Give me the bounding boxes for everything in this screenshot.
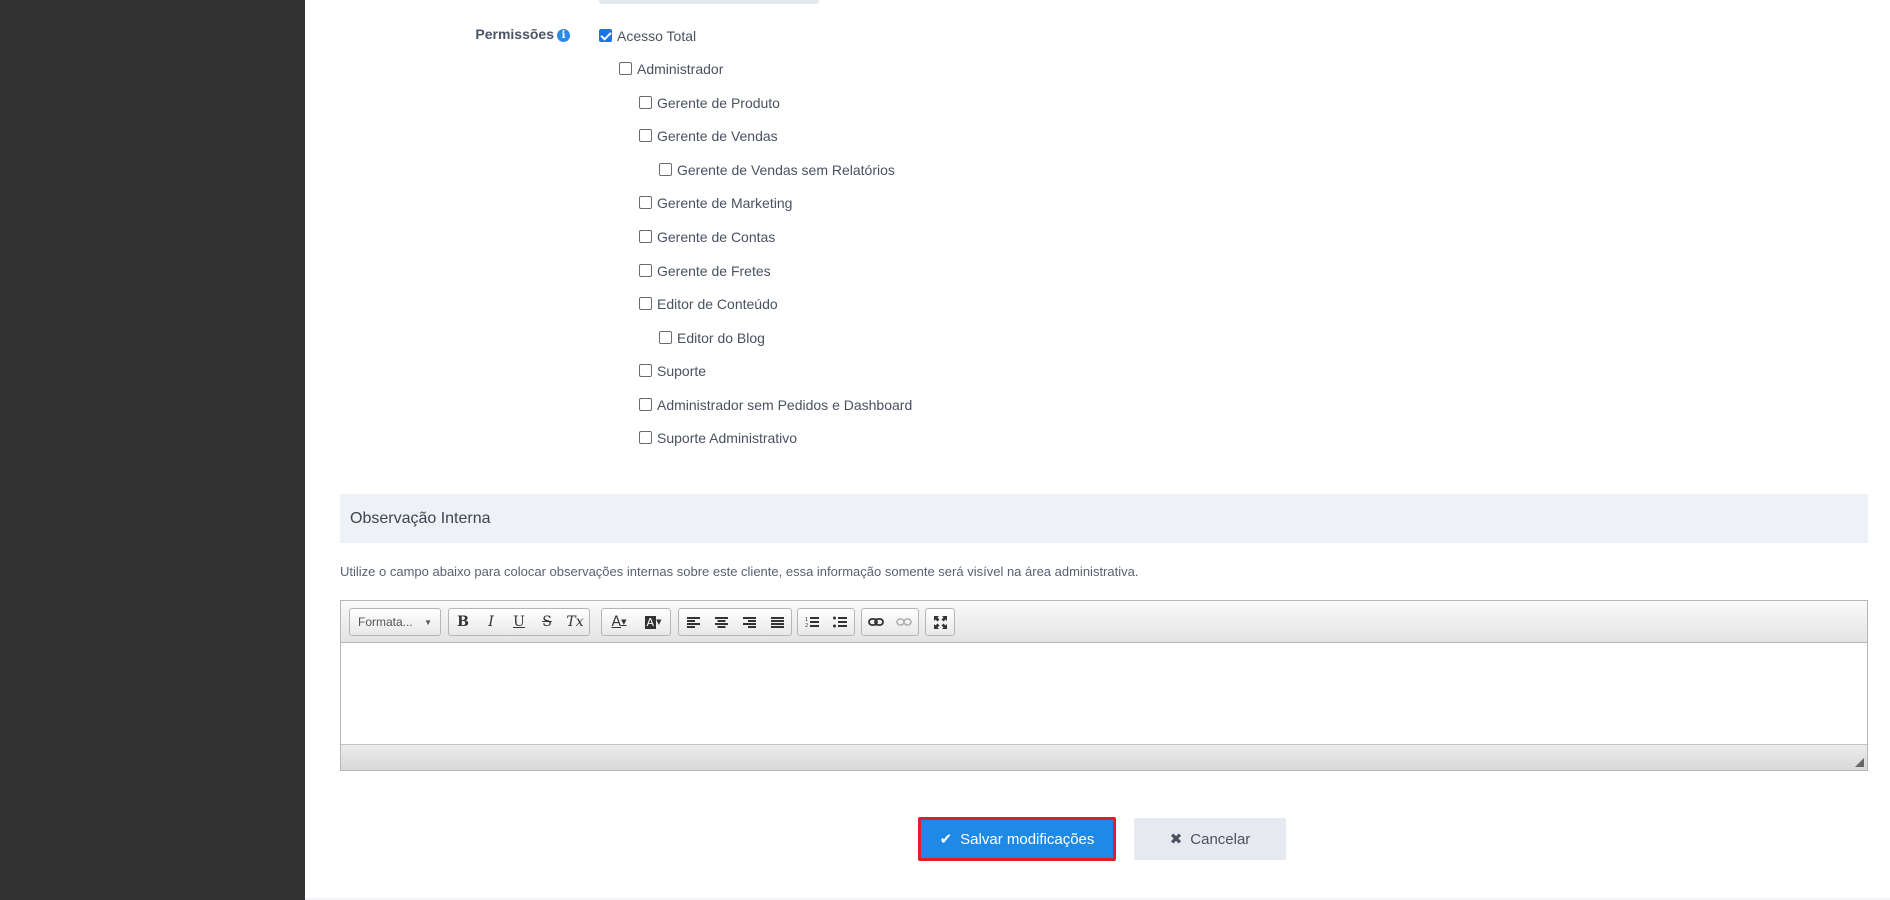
checkbox[interactable] xyxy=(639,230,652,243)
perm-editor-conteudo[interactable]: Editor de Conteúdo xyxy=(639,296,778,312)
link-icon[interactable] xyxy=(862,609,890,635)
align-left-icon[interactable] xyxy=(679,609,707,635)
close-icon: ✖ xyxy=(1169,830,1183,848)
internal-note-header: Observação Interna xyxy=(340,494,1868,543)
unlink-icon[interactable] xyxy=(890,609,918,635)
checkbox[interactable] xyxy=(639,398,652,411)
align-right-icon[interactable] xyxy=(735,609,763,635)
remove-format-button[interactable]: Tx xyxy=(561,609,589,635)
rich-text-editor: Formata... ▼ B I U S Tx A ▼ A ▼ 1 2 xyxy=(340,600,1868,771)
color-group: A ▼ A ▼ xyxy=(601,608,671,636)
chevron-down-icon: ▼ xyxy=(656,618,662,626)
strike-button[interactable]: S xyxy=(533,609,561,635)
save-button[interactable]: ✔ Salvar modificações xyxy=(918,817,1116,861)
perm-gerente-vendas-sem-relatorios[interactable]: Gerente de Vendas sem Relatórios xyxy=(659,162,895,178)
perm-suporte-administrativo[interactable]: Suporte Administrativo xyxy=(639,430,797,446)
checkbox[interactable] xyxy=(639,96,652,109)
check-icon: ✔ xyxy=(939,830,953,848)
perm-gerente-marketing[interactable]: Gerente de Marketing xyxy=(639,195,792,211)
internal-note-hint: Utilize o campo abaixo para colocar obse… xyxy=(340,564,1139,579)
permissions-label: Permissões i xyxy=(305,26,570,42)
checkbox[interactable] xyxy=(619,62,632,75)
bullet-list-icon[interactable] xyxy=(826,609,854,635)
perm-acesso-total[interactable]: Acesso Total xyxy=(599,28,696,44)
perm-gerente-vendas[interactable]: Gerente de Vendas xyxy=(639,128,778,144)
checkbox[interactable] xyxy=(659,163,672,176)
perm-gerente-contas[interactable]: Gerente de Contas xyxy=(639,229,775,245)
checkbox[interactable] xyxy=(639,297,652,310)
perm-suporte[interactable]: Suporte xyxy=(639,363,706,379)
italic-button[interactable]: I xyxy=(477,609,505,635)
chevron-down-icon: ▼ xyxy=(621,618,627,626)
perm-admin-sem-pedidos[interactable]: Administrador sem Pedidos e Dashboard xyxy=(639,397,912,413)
checkbox[interactable] xyxy=(639,196,652,209)
resize-handle-icon[interactable] xyxy=(1855,758,1864,767)
svg-text:2: 2 xyxy=(805,623,808,628)
perm-gerente-produto[interactable]: Gerente de Produto xyxy=(639,95,780,111)
link-group xyxy=(861,608,919,636)
align-justify-icon[interactable] xyxy=(763,609,791,635)
perm-editor-blog[interactable]: Editor do Blog xyxy=(659,330,765,346)
editor-text-area[interactable] xyxy=(341,643,1867,744)
checkbox[interactable] xyxy=(639,364,652,377)
sidebar xyxy=(0,0,305,900)
checkbox[interactable] xyxy=(639,264,652,277)
checkbox[interactable] xyxy=(639,431,652,444)
basic-style-group: B I U S Tx xyxy=(448,608,590,636)
align-group xyxy=(678,608,792,636)
editor-status-bar xyxy=(341,744,1867,770)
list-group: 12 xyxy=(797,608,855,636)
chevron-down-icon: ▼ xyxy=(424,617,432,627)
bg-color-button[interactable]: A ▼ xyxy=(636,609,670,635)
underline-button[interactable]: U xyxy=(505,609,533,635)
numbered-list-icon[interactable]: 12 xyxy=(798,609,826,635)
perm-administrador[interactable]: Administrador xyxy=(619,61,723,77)
checkbox[interactable] xyxy=(599,29,612,42)
info-icon[interactable]: i xyxy=(557,29,570,42)
maximize-icon[interactable] xyxy=(926,609,954,635)
bold-button[interactable]: B xyxy=(449,609,477,635)
editor-toolbar: Formata... ▼ B I U S Tx A ▼ A ▼ 1 2 xyxy=(341,601,1867,643)
maximize-group xyxy=(925,608,955,636)
checkbox[interactable] xyxy=(639,129,652,142)
format-dropdown[interactable]: Formata... ▼ xyxy=(349,608,441,636)
align-center-icon[interactable] xyxy=(707,609,735,635)
perm-gerente-fretes[interactable]: Gerente de Fretes xyxy=(639,263,771,279)
text-color-button[interactable]: A ▼ xyxy=(602,609,636,635)
previous-field-bottom[interactable] xyxy=(599,0,819,4)
checkbox[interactable] xyxy=(659,331,672,344)
section-title: Observação Interna xyxy=(350,510,491,527)
main-content: Permissões i Acesso Total Administrador G… xyxy=(305,0,1890,898)
cancel-button[interactable]: ✖ Cancelar xyxy=(1134,818,1286,860)
